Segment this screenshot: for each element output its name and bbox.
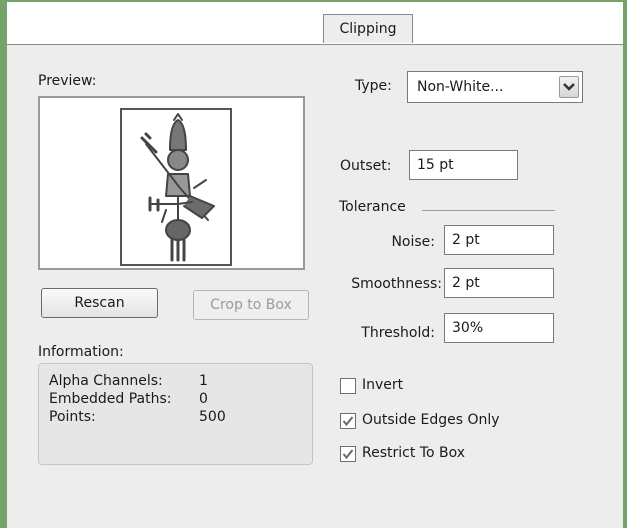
info-alpha-channels-label: Alpha Channels:	[49, 373, 163, 389]
info-embedded-paths-label: Embedded Paths:	[49, 391, 172, 407]
info-points-label: Points:	[49, 409, 96, 425]
outset-field[interactable]: 15 pt	[409, 150, 518, 180]
info-row-points: Points: 500	[49, 409, 226, 425]
type-select-value: Non-White...	[417, 79, 504, 95]
threshold-field[interactable]: 30%	[444, 313, 554, 343]
preview-label: Preview:	[38, 73, 97, 89]
outside-edges-only-label[interactable]: Outside Edges Only	[362, 412, 500, 428]
info-row-alpha-channels: Alpha Channels: 1	[49, 373, 208, 389]
preview-image-frame	[120, 108, 232, 266]
info-points-value: 500	[199, 409, 226, 425]
tab-clipping[interactable]: Clipping	[323, 14, 413, 43]
preview-panel	[38, 96, 305, 270]
info-embedded-paths-value: 0	[199, 391, 208, 407]
type-label: Type:	[355, 78, 392, 94]
tolerance-divider	[422, 210, 555, 211]
information-label: Information:	[38, 344, 124, 360]
information-panel: Alpha Channels: 1 Embedded Paths: 0 Poin…	[38, 363, 313, 465]
type-select[interactable]: Non-White...	[407, 71, 583, 103]
noise-label: Noise:	[391, 234, 435, 250]
tolerance-label: Tolerance	[339, 199, 406, 215]
rescan-button[interactable]: Rescan	[41, 288, 158, 318]
invert-checkbox[interactable]	[340, 378, 356, 394]
chevron-down-icon[interactable]	[559, 76, 579, 98]
invert-label[interactable]: Invert	[362, 377, 403, 393]
restrict-to-box-checkbox[interactable]	[340, 446, 356, 462]
restrict-to-box-label[interactable]: Restrict To Box	[362, 445, 465, 461]
noise-field[interactable]: 2 pt	[444, 225, 554, 255]
info-alpha-channels-value: 1	[199, 373, 208, 389]
crop-to-box-button[interactable]: Crop to Box	[193, 290, 309, 320]
smoothness-label: Smoothness:	[351, 276, 442, 292]
checkmark-icon	[342, 449, 354, 460]
threshold-label: Threshold:	[361, 325, 435, 341]
smoothness-field[interactable]: 2 pt	[444, 268, 554, 298]
outside-edges-only-checkbox[interactable]	[340, 413, 356, 429]
tab-bar	[7, 2, 623, 45]
checkmark-icon	[342, 416, 354, 427]
info-row-embedded-paths: Embedded Paths: 0	[49, 391, 208, 407]
outset-label: Outset:	[340, 158, 392, 174]
preview-image	[140, 113, 215, 262]
